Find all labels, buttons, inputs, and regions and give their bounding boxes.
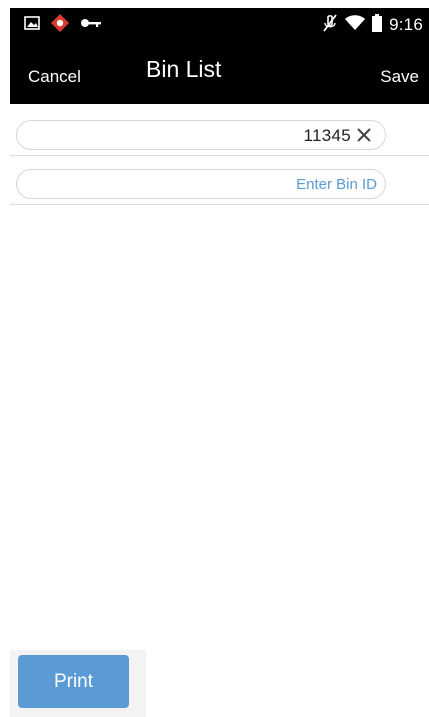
footer-bar: Print [10,650,146,717]
clear-icon[interactable] [355,126,373,144]
status-left-icons [24,13,102,38]
row-divider [10,204,429,205]
bin-list-content: 11345 [10,104,429,717]
mute-icon [322,13,338,37]
save-button[interactable]: Save [380,67,419,87]
bin-value-row: 11345 [16,120,386,150]
page-title: Bin List [146,56,222,82]
bin-id-field [16,169,386,199]
status-clock: 9:16 [389,15,423,34]
print-button[interactable]: Print [18,655,129,708]
key-icon [80,16,102,34]
status-right-icons: 9:16 [322,13,423,37]
image-icon [24,15,40,35]
row-divider [10,155,429,156]
bin-value: 11345 [303,126,351,145]
action-bar: Cancel Bin List Save [10,42,429,104]
cancel-button[interactable]: Cancel [28,67,81,87]
bin-id-input[interactable] [29,174,377,194]
bin-list-screen: 9:16 Cancel Bin List Save 11345 Print [0,0,429,717]
wifi-icon [345,14,366,36]
status-bar: 9:16 [10,8,429,42]
battery-icon [372,13,383,37]
alert-diamond-icon [50,13,70,38]
